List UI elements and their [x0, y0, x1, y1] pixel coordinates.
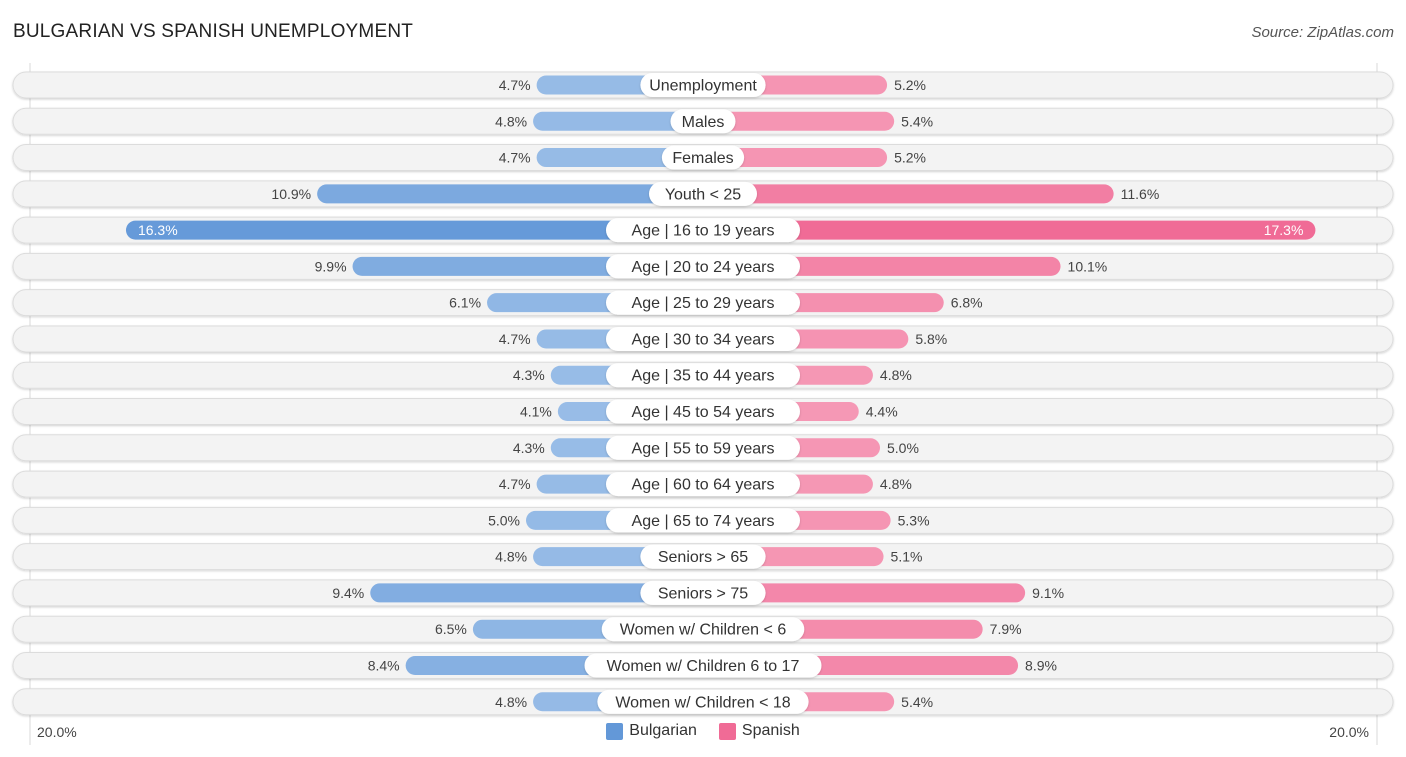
value-label-bulgarian: 5.0% [488, 512, 520, 528]
category-label: Age | 25 to 29 years [632, 295, 775, 312]
category-label: Females [672, 150, 733, 167]
value-label-bulgarian: 16.3% [138, 222, 178, 238]
value-label-bulgarian: 4.3% [513, 367, 545, 383]
category-label: Seniors > 65 [658, 549, 748, 566]
value-label-bulgarian: 9.4% [332, 585, 364, 601]
value-label-bulgarian: 4.8% [495, 694, 527, 710]
value-label-bulgarian: 4.8% [495, 113, 527, 129]
value-label-spanish: 5.3% [898, 512, 930, 528]
legend-label-spanish: Spanish [741, 722, 800, 739]
value-label-bulgarian: 4.7% [499, 331, 531, 347]
value-label-spanish: 5.4% [901, 113, 933, 129]
value-label-bulgarian: 4.7% [499, 150, 531, 166]
category-label: Youth < 25 [665, 186, 741, 203]
bar-bulgarian[interactable] [317, 184, 703, 204]
value-label-spanish: 5.0% [887, 440, 919, 456]
legend-item-spanish[interactable]: Spanish [718, 722, 800, 740]
value-label-spanish: 5.8% [915, 331, 947, 347]
category-label: Age | 45 to 54 years [632, 404, 775, 421]
category-label: Women w/ Children 6 to 17 [607, 658, 800, 675]
value-label-spanish: 11.6% [1121, 186, 1160, 202]
category-label: Women w/ Children < 18 [615, 694, 790, 711]
legend-swatch-bulgarian [606, 722, 624, 740]
value-label-bulgarian: 4.8% [495, 549, 527, 565]
category-label: Women w/ Children < 6 [620, 622, 787, 639]
diverging-bar-chart: 4.7% 5.2% Unemployment 4.8% 5.4% Males 4.7% 5.2… [12, 63, 1394, 745]
category-label: Age | 65 to 74 years [632, 513, 775, 530]
value-label-spanish: 8.9% [1025, 657, 1057, 673]
value-label-spanish: 9.1% [1032, 585, 1064, 601]
value-label-spanish: 7.9% [990, 621, 1022, 637]
value-label-spanish: 4.4% [866, 404, 898, 420]
bar-spanish[interactable] [703, 184, 1114, 204]
category-label: Unemployment [649, 78, 757, 95]
value-label-spanish: 4.8% [880, 367, 912, 383]
category-label: Age | 55 to 59 years [632, 440, 775, 457]
value-label-bulgarian: 6.1% [449, 295, 481, 311]
category-label: Males [682, 114, 725, 131]
value-label-spanish: 17.3% [1264, 222, 1304, 238]
value-label-bulgarian: 4.1% [520, 404, 552, 420]
category-label: Age | 20 to 24 years [632, 259, 775, 276]
value-label-spanish: 10.1% [1068, 258, 1108, 274]
category-label: Age | 30 to 34 years [632, 331, 775, 348]
legend: Bulgarian Spanish [0, 722, 1406, 740]
value-label-spanish: 5.2% [894, 77, 926, 93]
value-label-bulgarian: 8.4% [368, 657, 400, 673]
category-label: Age | 60 to 64 years [632, 477, 775, 494]
category-label: Age | 35 to 44 years [632, 368, 775, 385]
category-label: Seniors > 75 [658, 585, 748, 602]
value-label-bulgarian: 9.9% [315, 258, 347, 274]
value-label-spanish: 5.4% [901, 694, 933, 710]
value-label-spanish: 4.8% [880, 476, 912, 492]
value-label-spanish: 5.1% [891, 549, 923, 565]
value-label-spanish: 5.2% [894, 150, 926, 166]
legend-swatch-spanish [718, 722, 736, 740]
legend-item-bulgarian[interactable]: Bulgarian [606, 722, 697, 740]
value-label-spanish: 6.8% [951, 295, 983, 311]
value-label-bulgarian: 10.9% [271, 186, 311, 202]
value-label-bulgarian: 4.7% [499, 77, 531, 93]
legend-label-bulgarian: Bulgarian [629, 722, 697, 739]
value-label-bulgarian: 4.7% [499, 476, 531, 492]
category-label: Age | 16 to 19 years [632, 223, 775, 240]
value-label-bulgarian: 6.5% [435, 621, 467, 637]
value-label-bulgarian: 4.3% [513, 440, 545, 456]
